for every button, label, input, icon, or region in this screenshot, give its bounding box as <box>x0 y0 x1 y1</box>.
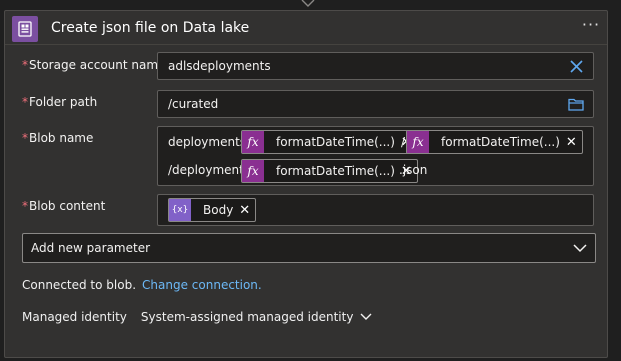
token-label: formatDateTime(...) <box>276 135 395 149</box>
more-options-button[interactable]: ··· <box>581 15 601 35</box>
folder-path-label: *Folder path <box>22 95 98 109</box>
managed-identity-value: System-assigned managed identity <box>140 310 354 324</box>
close-icon[interactable] <box>570 60 583 73</box>
blob-name-line2-prefix: /deployment_ <box>168 163 250 177</box>
token-label: Body <box>203 203 234 217</box>
close-icon[interactable]: ✕ <box>239 203 255 218</box>
folder-icon[interactable] <box>568 97 584 111</box>
blob-name-field[interactable]: deployments/ fx formatDateTime(...) ✕ / … <box>157 126 594 186</box>
managed-identity-label: Managed identity <box>22 310 127 324</box>
required-marker: * <box>22 199 28 213</box>
chevron-down-icon <box>360 313 372 320</box>
close-icon[interactable]: ✕ <box>566 135 582 150</box>
storage-account-value: adlsdeployments <box>168 59 271 73</box>
fx-icon: fx <box>407 131 429 153</box>
fx-icon: fx <box>242 131 264 153</box>
card-title: Create json file on Data lake <box>51 20 250 36</box>
folder-path-value: /curated <box>168 97 219 111</box>
action-card: Create json file on Data lake ··· *Stora… <box>4 10 608 358</box>
blob-name-label: *Blob name <box>22 131 94 145</box>
chevron-down-icon <box>573 244 587 253</box>
connection-row: Connected to blob. Change connection. <box>22 278 262 292</box>
expression-token[interactable]: fx formatDateTime(...) ✕ <box>241 159 418 183</box>
managed-identity-row: Managed identity System-assigned managed… <box>22 310 372 324</box>
card-header[interactable]: Create json file on Data lake ··· <box>5 11 607 45</box>
dynamic-content-icon: {x} <box>169 199 191 221</box>
blob-content-label: *Blob content <box>22 199 106 213</box>
blob-content-field[interactable]: {x} Body ✕ <box>157 194 594 226</box>
token-label: formatDateTime(...) <box>276 164 395 178</box>
folder-path-field[interactable]: /curated <box>157 90 594 118</box>
change-connection-link[interactable]: Change connection. <box>142 278 262 292</box>
token-label: formatDateTime(...) <box>441 135 560 149</box>
required-marker: * <box>22 58 28 72</box>
expression-token[interactable]: fx formatDateTime(...) ✕ <box>241 130 418 154</box>
managed-identity-select[interactable]: System-assigned managed identity <box>141 310 373 324</box>
blob-name-prefix: deployments/ <box>168 135 251 149</box>
required-marker: * <box>22 131 28 145</box>
add-new-parameter-label: Add new parameter <box>31 241 151 255</box>
add-new-parameter-dropdown[interactable]: Add new parameter <box>22 233 596 263</box>
dynamic-content-token[interactable]: {x} Body ✕ <box>168 198 257 222</box>
connection-status: Connected to blob. <box>22 278 137 292</box>
blob-name-slash: / <box>401 135 406 149</box>
connector-arrow-icon <box>301 0 315 7</box>
expression-token[interactable]: fx formatDateTime(...) ✕ <box>406 130 583 154</box>
fx-icon: fx <box>242 160 264 182</box>
blob-name-suffix: .json <box>399 163 428 177</box>
storage-account-label: *Storage account name <box>22 58 166 72</box>
storage-account-field[interactable]: adlsdeployments <box>157 52 594 80</box>
required-marker: * <box>22 95 28 109</box>
storage-blob-icon <box>12 16 38 42</box>
